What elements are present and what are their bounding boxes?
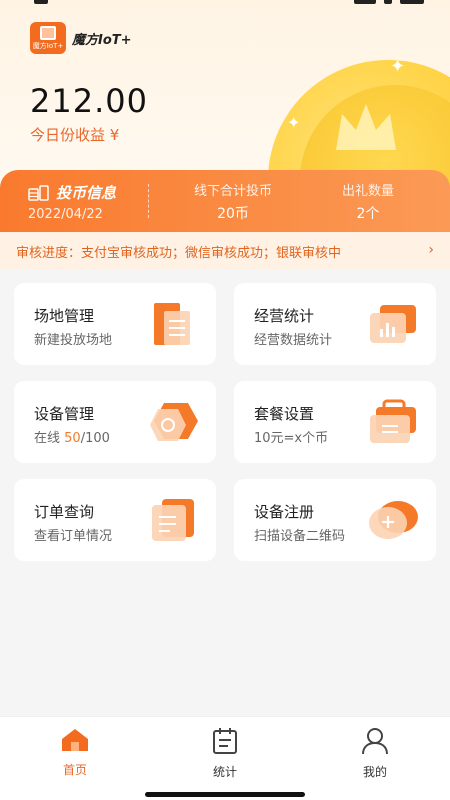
coins-stack-icon (28, 184, 49, 201)
tab-label: 我的 (362, 765, 387, 779)
tab-profile[interactable]: 我的 (345, 727, 405, 780)
offline-coins-label: 线下合计投币 (193, 184, 272, 199)
home-indicator (145, 792, 305, 797)
sparkle-icon: ✦ (390, 56, 406, 77)
earnings-amount: 212.00 (30, 82, 148, 120)
clipboard-icon (152, 499, 194, 541)
card-subtitle: 经营数据统计 (254, 333, 333, 348)
coin-info-title: 投币信息 (56, 184, 117, 202)
card-title: 设备注册 (254, 503, 315, 521)
bottom-tab-bar: 首页 统计 我的 (0, 716, 450, 800)
card-subtitle: 新建投放场地 (34, 333, 113, 348)
add-circle-icon (369, 501, 418, 539)
coin-info-date: 2022/04/22 (28, 207, 103, 222)
sparkle-icon: ✦ (287, 113, 301, 132)
coin-info-summary: 投币信息 2022/04/22 (28, 182, 116, 222)
logo-name: 魔方IoT+ (72, 32, 132, 48)
tab-statistics[interactable]: 统计 (195, 727, 255, 780)
tab-home[interactable]: 首页 (45, 727, 105, 778)
logo-badge: 魔方IoT+ (30, 22, 66, 54)
building-icon (154, 303, 190, 345)
chevron-right-icon: › (428, 242, 434, 258)
card-package-settings[interactable]: 套餐设置 10元=x个币 (234, 381, 436, 463)
briefcase-icon (370, 399, 416, 443)
calendar-icon (213, 728, 237, 754)
gift-count-label: 出礼数量 (341, 184, 394, 199)
online-label: 在线 (34, 431, 65, 446)
card-title: 订单查询 (34, 503, 95, 521)
coin-info-band: 投币信息 2022/04/22 线下合计投币 20币 出礼数量 2个 (0, 170, 450, 232)
tab-label: 首页 (62, 763, 87, 777)
review-progress-text: 审核进度：支付宝审核成功；微信审核成功；银联审核中 (16, 245, 342, 261)
tab-label: 统计 (212, 765, 237, 779)
card-subtitle: 在线 50/100 (34, 427, 110, 446)
card-subtitle: 查看订单情况 (34, 529, 113, 544)
card-order-query[interactable]: 订单查询 查看订单情况 (14, 479, 216, 561)
user-icon (362, 728, 388, 755)
card-title: 设备管理 (34, 405, 95, 423)
divider (148, 184, 149, 218)
crown-icon (336, 104, 396, 150)
gift-count-stat: 出礼数量 2个 (328, 180, 408, 223)
home-icon (62, 729, 88, 751)
gift-count-value: 2个 (356, 206, 380, 222)
online-count: 50 (64, 431, 81, 446)
card-venue-management[interactable]: 场地管理 新建投放场地 (14, 283, 216, 365)
card-business-statistics[interactable]: 经营统计 经营数据统计 (234, 283, 436, 365)
card-title: 场地管理 (34, 307, 95, 325)
logo-badge-text: 魔方IoT+ (32, 42, 64, 50)
hexagon-device-icon (150, 403, 198, 441)
offline-coins-stat: 线下合计投币 20币 (178, 180, 288, 223)
status-bar (0, 0, 450, 12)
card-subtitle: 扫描设备二维码 (254, 529, 346, 544)
card-device-registration[interactable]: 设备注册 扫描设备二维码 (234, 479, 436, 561)
earnings-label: 今日份收益 ¥ (30, 126, 120, 144)
total-count: /100 (80, 431, 110, 446)
card-title: 经营统计 (254, 307, 315, 325)
review-progress-notice[interactable]: 审核进度：支付宝审核成功；微信审核成功；银联审核中 › (0, 232, 450, 270)
app-logo: 魔方IoT+ 魔方IoT+ (30, 22, 132, 54)
offline-coins-value: 20币 (217, 206, 249, 222)
card-title: 套餐设置 (254, 405, 315, 423)
card-subtitle: 10元=x个币 (254, 431, 329, 446)
card-device-management[interactable]: 设备管理 在线 50/100 (14, 381, 216, 463)
bar-chart-icon (370, 305, 416, 343)
